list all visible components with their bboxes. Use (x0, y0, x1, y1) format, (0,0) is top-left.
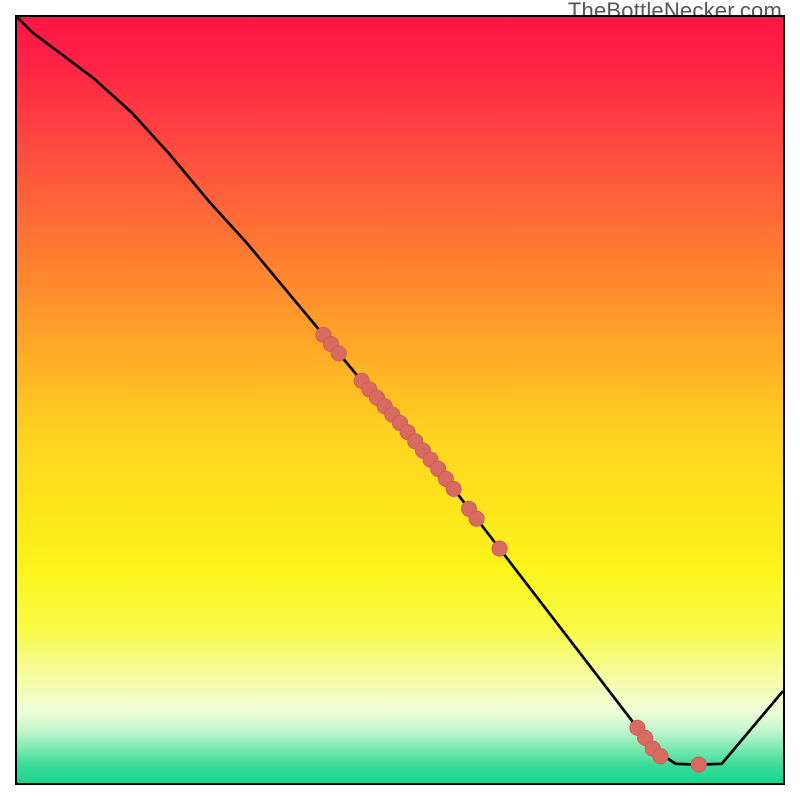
data-point (446, 481, 461, 496)
curve-layer (17, 17, 783, 783)
data-point-markers (316, 327, 707, 772)
data-point (492, 541, 507, 556)
plot-area (15, 15, 785, 785)
chart-stage: TheBottleNecker.com (0, 0, 800, 800)
data-point (653, 749, 668, 764)
data-point (469, 511, 484, 526)
data-point (331, 346, 346, 361)
data-point (691, 757, 706, 772)
bottleneck-curve (17, 17, 783, 765)
